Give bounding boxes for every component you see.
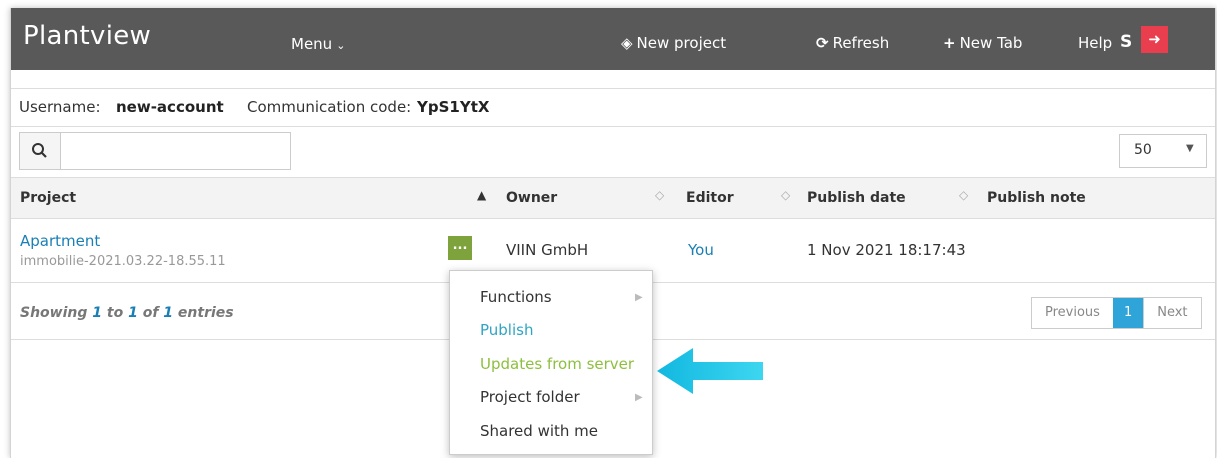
new-project-label: New project bbox=[636, 34, 727, 52]
app-window: Plantview Menu ⌄ ◈ New project ⟳ Refresh + N… bbox=[10, 8, 1216, 458]
menu-item-functions[interactable]: Functions bbox=[480, 288, 552, 306]
refresh-label: Refresh bbox=[832, 34, 890, 52]
sort-icon[interactable]: ◇ bbox=[959, 188, 968, 202]
entries-from: 1 bbox=[92, 305, 103, 321]
entries-info: Showing 1 to 1 of 1 entries bbox=[20, 305, 234, 321]
project-id: immobilie-2021.03.22-18.55.11 bbox=[20, 254, 226, 269]
pointer-arrow-icon bbox=[657, 348, 763, 394]
next-button[interactable]: Next bbox=[1143, 298, 1200, 328]
chevron-down-icon: ⌄ bbox=[336, 39, 346, 52]
communication-code-value: YpS1YtX bbox=[417, 98, 490, 116]
account-info-bar: Username: new-account Communication code… bbox=[11, 88, 1215, 127]
menu-item-updates-from-server[interactable]: Updates from server bbox=[480, 355, 634, 373]
logout-button[interactable]: ➜ bbox=[1141, 26, 1168, 53]
help-link[interactable]: Help bbox=[1078, 34, 1112, 52]
plus-icon: + bbox=[943, 34, 956, 52]
column-publish-note[interactable]: Publish note bbox=[987, 190, 1086, 206]
previous-button[interactable]: Previous bbox=[1032, 298, 1113, 328]
chevron-down-icon: ▼ bbox=[1186, 143, 1194, 154]
page-size-value: 50 bbox=[1134, 142, 1152, 158]
table-toolbar: 50 ▼ bbox=[11, 125, 1215, 178]
menu-label: Menu bbox=[291, 35, 333, 53]
help-label: Help bbox=[1078, 34, 1113, 52]
entries-suffix: entries bbox=[173, 305, 234, 321]
navbar: Plantview Menu ⌄ ◈ New project ⟳ Refresh + N… bbox=[11, 8, 1215, 70]
sort-icon[interactable]: ◇ bbox=[781, 188, 790, 202]
brand-logo[interactable]: Plantview bbox=[23, 21, 151, 51]
menu-item-publish[interactable]: Publish bbox=[480, 321, 533, 339]
row-context-menu: Functions ▶ Publish Updates from server … bbox=[449, 270, 653, 455]
project-link[interactable]: Apartment bbox=[20, 232, 100, 250]
entries-total: 1 bbox=[163, 305, 174, 321]
pagination: Previous 1 Next bbox=[1031, 297, 1202, 329]
entries-to-word: to bbox=[102, 305, 129, 321]
submenu-arrow-icon: ▶ bbox=[635, 392, 643, 403]
menu-item-shared-with-me[interactable]: Shared with me bbox=[480, 422, 598, 440]
refresh-button[interactable]: ⟳ Refresh bbox=[816, 34, 889, 52]
logout-icon: ➜ bbox=[1148, 30, 1161, 48]
sort-icon[interactable]: ◇ bbox=[655, 188, 664, 202]
entries-prefix: Showing bbox=[20, 305, 93, 321]
row-actions-button[interactable]: ... bbox=[448, 236, 472, 260]
publish-date-cell: 1 Nov 2021 18:17:43 bbox=[807, 241, 966, 259]
search-icon[interactable] bbox=[20, 133, 61, 169]
refresh-icon: ⟳ bbox=[816, 34, 829, 52]
menu-item-project-folder[interactable]: Project folder bbox=[480, 388, 580, 406]
search-box bbox=[19, 132, 291, 170]
column-publish-date[interactable]: Publish date bbox=[807, 190, 906, 206]
page-size-select[interactable]: 50 ▼ bbox=[1119, 134, 1207, 168]
username-label: Username: bbox=[19, 98, 101, 116]
column-project[interactable]: Project bbox=[20, 190, 76, 206]
menu-dropdown[interactable]: Menu ⌄ bbox=[291, 35, 345, 53]
search-input[interactable] bbox=[64, 139, 288, 163]
column-editor[interactable]: Editor bbox=[686, 190, 734, 206]
new-project-button[interactable]: ◈ New project bbox=[621, 34, 726, 52]
entries-of-word: of bbox=[137, 305, 164, 321]
owner-cell: VIIN GmbH bbox=[506, 241, 589, 259]
new-tab-label: New Tab bbox=[959, 34, 1023, 52]
submenu-arrow-icon: ▶ bbox=[635, 292, 643, 303]
table-header: Project ▲ Owner ◇ Editor ◇ Publish date … bbox=[11, 178, 1215, 219]
username-value: new-account bbox=[116, 98, 224, 116]
page-1-button[interactable]: 1 bbox=[1112, 298, 1144, 328]
communication-code-label: Communication code: bbox=[247, 98, 412, 116]
cube-icon: ◈ bbox=[621, 34, 633, 52]
editor-cell[interactable]: You bbox=[688, 241, 714, 259]
new-tab-button[interactable]: + New Tab bbox=[943, 34, 1022, 52]
user-initial[interactable]: S bbox=[1120, 32, 1132, 52]
column-owner[interactable]: Owner bbox=[506, 190, 557, 206]
entries-to: 1 bbox=[128, 305, 138, 321]
sort-asc-icon[interactable]: ▲ bbox=[477, 188, 486, 202]
